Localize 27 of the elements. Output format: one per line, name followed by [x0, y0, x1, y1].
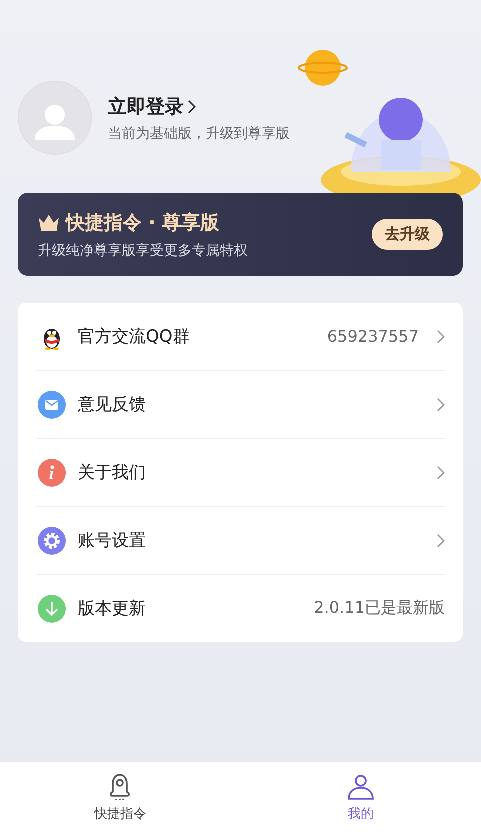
login-link[interactable]: 立即登录: [108, 94, 196, 120]
menu-item[interactable]: 官方交流QQ群 659237557: [36, 303, 445, 371]
nav-tab[interactable]: 快捷指令: [0, 762, 240, 834]
menu-item[interactable]: 意见反馈: [36, 371, 445, 439]
info-icon: [38, 458, 66, 486]
account-status-text: 当前为基础版，升级到尊享版: [108, 124, 290, 142]
menu-item[interactable]: 账号设置: [36, 507, 445, 575]
person-silhouette-icon: [35, 104, 75, 140]
settings-icon: [38, 526, 66, 554]
nav-tab[interactable]: 我的: [240, 762, 481, 834]
mail-icon: [38, 390, 66, 418]
menu-label: 官方交流QQ群: [78, 326, 191, 348]
menu-item[interactable]: 关于我们: [36, 439, 445, 507]
person-icon: [346, 773, 375, 801]
crown-icon: [38, 214, 60, 232]
menu-value: 659237557: [327, 327, 419, 346]
menu-item[interactable]: 版本更新 2.0.11已是最新版: [36, 575, 445, 642]
upgrade-button[interactable]: 去升级: [372, 219, 443, 250]
banner-subtitle: 升级纯净尊享版享受更多专属特权: [38, 242, 249, 260]
menu-label: 版本更新: [78, 598, 147, 620]
menu-value: 2.0.11已是最新版: [314, 598, 445, 619]
menu-label: 关于我们: [78, 462, 147, 484]
download-icon: [38, 594, 66, 622]
banner-title: 快捷指令 · 尊享版: [66, 210, 220, 236]
menu-label: 意见反馈: [78, 394, 147, 416]
menu-label: 账号设置: [78, 530, 147, 552]
chevron-icon: [188, 100, 196, 114]
